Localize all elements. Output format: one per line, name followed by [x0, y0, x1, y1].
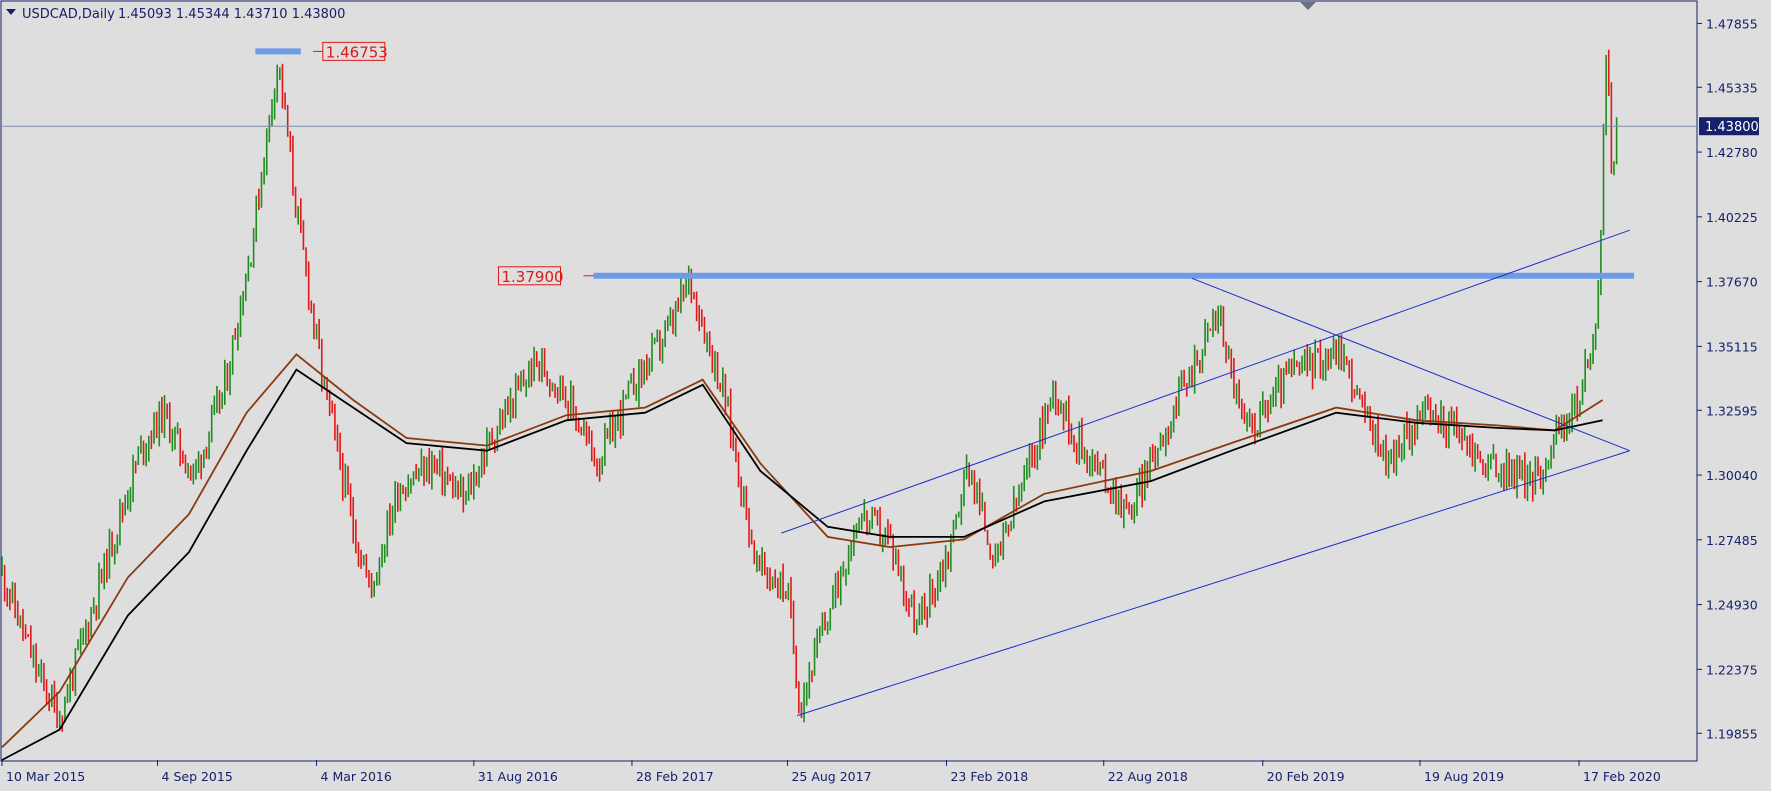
y-tick-label: 1.32595 — [1706, 403, 1758, 418]
x-tick-label: 4 Sep 2015 — [162, 769, 233, 784]
level-label: 1.37900 — [502, 268, 564, 286]
x-tick-label: 10 Mar 2015 — [6, 769, 85, 784]
y-tick-label: 1.37670 — [1706, 275, 1758, 290]
x-tick-label: 20 Feb 2019 — [1267, 769, 1345, 784]
chart-header: USDCAD,Daily 1.45093 1.45344 1.43710 1.4… — [6, 7, 345, 22]
chart-background — [0, 0, 1771, 791]
y-tick-label: 1.35115 — [1706, 339, 1758, 354]
x-tick-label: 28 Feb 2017 — [636, 769, 714, 784]
level-label: 1.46753 — [326, 43, 388, 61]
y-tick-label: 1.22375 — [1706, 662, 1758, 677]
x-tick-label: 17 Feb 2020 — [1583, 769, 1661, 784]
y-tick-label: 1.30040 — [1706, 468, 1758, 483]
y-tick-label: 1.27485 — [1706, 533, 1758, 548]
y-tick-label: 1.24930 — [1706, 598, 1758, 613]
x-tick-label: 31 Aug 2016 — [478, 769, 558, 784]
x-tick-label: 25 Aug 2017 — [791, 769, 871, 784]
y-tick-label: 1.40225 — [1706, 210, 1758, 225]
x-tick-label: 23 Feb 2018 — [950, 769, 1028, 784]
current-price-label: 1.43800 — [1705, 120, 1759, 135]
ohlc-readout: 1.45093 1.45344 1.43710 1.43800 — [118, 7, 345, 22]
x-tick-label: 22 Aug 2018 — [1108, 769, 1188, 784]
y-tick-label: 1.47855 — [1706, 16, 1758, 31]
symbol-label[interactable]: USDCAD,Daily — [22, 7, 115, 22]
y-tick-label: 1.19855 — [1706, 726, 1758, 741]
x-tick-label: 19 Aug 2019 — [1424, 769, 1504, 784]
y-tick-label: 1.42780 — [1706, 145, 1758, 160]
x-tick-label: 4 Mar 2016 — [321, 769, 392, 784]
usdcad-daily-chart[interactable]: 1.46753 1.37900 1.43800 1.47855 1.45335 1.4… — [0, 0, 1771, 791]
y-tick-label: 1.45335 — [1706, 80, 1758, 95]
